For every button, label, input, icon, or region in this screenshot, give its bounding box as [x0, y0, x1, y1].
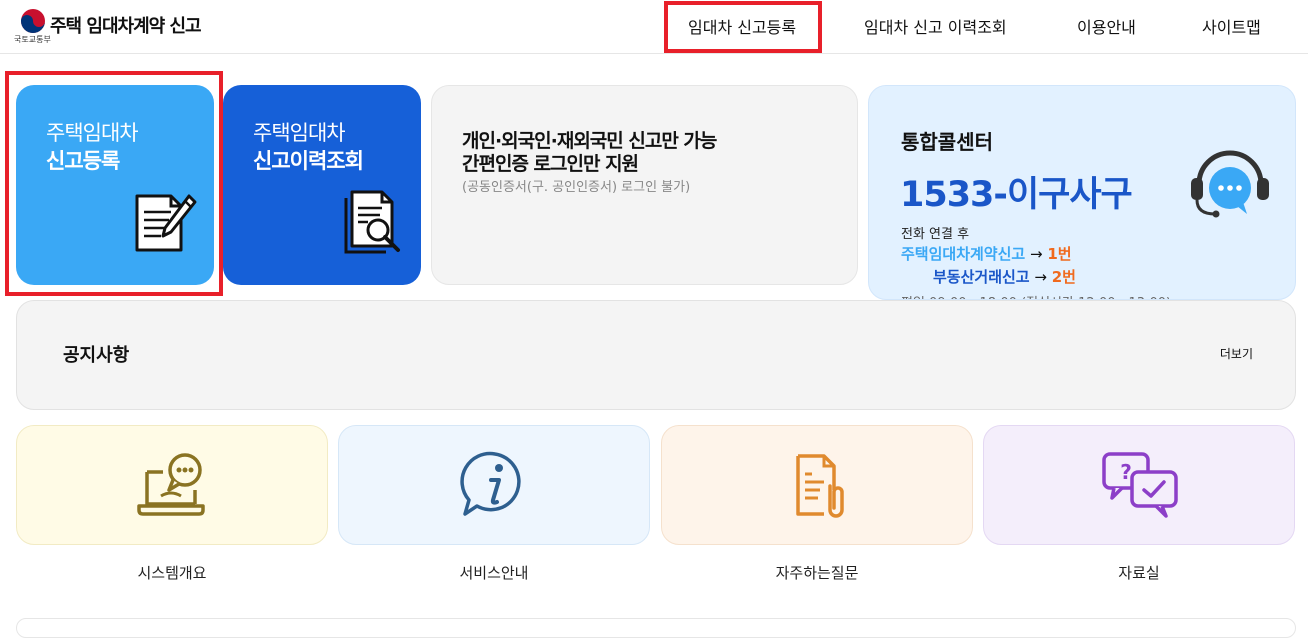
- login-info-line2: 간편인증 로그인만 지원: [462, 153, 639, 175]
- tile-faq[interactable]: [661, 425, 973, 545]
- login-info-note: (공동인증서(구. 공인인증서) 로그인 불가): [462, 180, 691, 195]
- call-option-2-number: 2번: [1051, 268, 1076, 286]
- headset-chat-icon: [1191, 150, 1269, 218]
- call-option-1-number: 1번: [1047, 245, 1072, 263]
- nav-rental-history[interactable]: 임대차 신고 이력조회: [864, 14, 1007, 38]
- logo-title: 주택 임대차계약 신고: [50, 16, 202, 37]
- call-center-hours: 평일 09:00 - 18:00 (점심시간 12:00 - 13:00): [901, 292, 1171, 299]
- nav-usage-guide[interactable]: 이용안내: [1077, 14, 1136, 38]
- taegeuk-emblem-icon: [21, 9, 45, 33]
- svg-text:?: ?: [1120, 460, 1132, 484]
- call-center-number: 1533-이구사구: [900, 175, 1133, 215]
- call-center-title: 통합콜센터: [901, 130, 993, 154]
- info-bubble-icon: [460, 451, 521, 516]
- tile-faq-label[interactable]: 자주하는질문: [661, 562, 973, 583]
- tile-system-overview-label[interactable]: 시스템개요: [16, 562, 328, 583]
- laptop-chat-icon: [137, 453, 205, 516]
- document-clip-icon: [796, 454, 844, 518]
- tile-resources-label[interactable]: 자료실: [983, 562, 1295, 583]
- history-card-line2: 신고이력조회: [253, 149, 364, 173]
- notice-title: 공지사항: [63, 345, 130, 366]
- notice-panel: 공지사항 더보기: [16, 300, 1296, 410]
- call-center-after-connect: 전화 연결 후: [901, 227, 970, 242]
- nav-highlight-box: [664, 1, 822, 53]
- document-search-icon: [344, 190, 400, 254]
- tile-service-guide-label[interactable]: 서비스안내: [338, 562, 650, 583]
- history-card[interactable]: 주택임대차 신고이력조회: [223, 85, 421, 285]
- arrow-icon: →: [1029, 245, 1043, 263]
- notice-more-link[interactable]: 더보기: [1220, 345, 1253, 362]
- call-option-2-name: 부동산거래신고: [933, 268, 1030, 286]
- site-header: 주택 임대차계약 신고 국토교통부 임대차 신고등록 임대차 신고 이력조회 이…: [0, 0, 1308, 54]
- nav-sitemap[interactable]: 사이트맵: [1202, 14, 1261, 38]
- question-check-bubbles-icon: ?: [1102, 452, 1178, 518]
- register-card-highlight-box: [5, 71, 223, 296]
- call-option-row-1: 주택임대차계약신고 → 1번: [901, 243, 1072, 264]
- tile-system-overview[interactable]: [16, 425, 328, 545]
- next-section-edge: [16, 618, 1296, 638]
- logo-ministry: 국토교통부: [14, 35, 51, 44]
- call-option-row-2: 부동산거래신고 → 2번: [933, 266, 1076, 287]
- tile-resources[interactable]: ?: [983, 425, 1295, 545]
- call-option-1-name: 주택임대차계약신고: [901, 245, 1026, 263]
- history-card-line1: 주택임대차: [253, 121, 346, 145]
- tile-service-guide[interactable]: [338, 425, 650, 545]
- arrow-icon: →: [1034, 268, 1047, 286]
- site-logo[interactable]: 주택 임대차계약 신고 국토교통부: [14, 6, 214, 46]
- call-center-card: 통합콜센터 1533-이구사구 전화 연결 후 주택임대차계약신고 → 1번 부…: [868, 85, 1296, 300]
- login-info-card: 개인·외국인·재외국민 신고만 가능 간편인증 로그인만 지원 (공동인증서(구…: [431, 85, 858, 285]
